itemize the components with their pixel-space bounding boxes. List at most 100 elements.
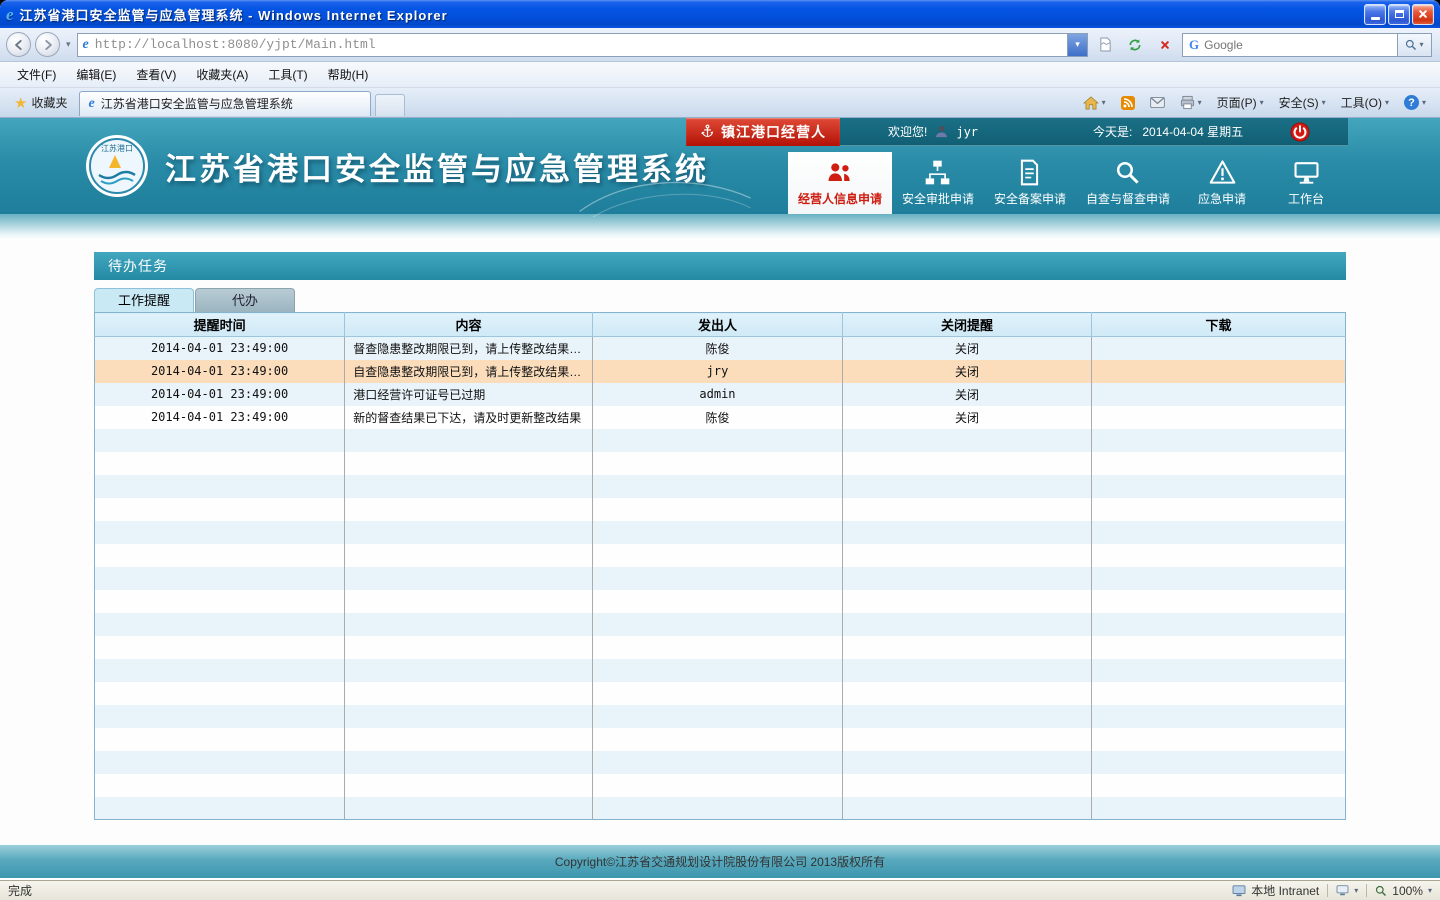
zoom-mode-button[interactable]: ▾ [1336,885,1358,896]
decorative-swoosh [575,166,755,221]
close-button[interactable] [1412,4,1434,25]
maximize-button[interactable] [1388,4,1410,25]
empty-cell [843,774,1092,797]
table-header-row: 提醒时间 内容 发出人 关闭提醒 下载 [95,313,1346,337]
empty-cell [345,498,593,521]
empty-cell [843,590,1092,613]
empty-cell [345,774,593,797]
empty-cell [345,659,593,682]
empty-cell [95,636,345,659]
print-dropdown-icon: ▾ [1198,98,1202,107]
nav-safety-filing[interactable]: 安全备案申请 [984,152,1076,214]
menu-favorites[interactable]: 收藏夹(A) [187,63,257,86]
empty-row [95,636,1346,659]
history-dropdown[interactable]: ▾ [64,39,73,50]
empty-cell [1092,429,1346,452]
main-nav: 经营人信息申请 安全审批申请 安全备案申请 [788,152,1348,214]
empty-row [95,682,1346,705]
reminder-time-cell: 2014-04-01 23:49:00 [95,406,345,429]
empty-cell [95,567,345,590]
search-input[interactable] [1204,38,1392,52]
search-button[interactable]: ▾ [1397,34,1431,56]
task-row[interactable]: 2014-04-01 23:49:00港口经营许可证号已过期admin关闭 [95,383,1346,406]
favorites-button[interactable]: ★ 收藏夹 [6,90,75,116]
empty-row [95,705,1346,728]
content-cell: 督查隐患整改期限已到，请上传整改结果… [345,337,593,360]
nav-workbench[interactable]: 工作台 [1264,152,1348,214]
menu-edit[interactable]: 编辑(E) [67,63,125,86]
nav-safety-approval[interactable]: 安全审批申请 [892,152,984,214]
intranet-zone-icon [1232,885,1246,897]
menu-tools[interactable]: 工具(T) [259,63,316,86]
task-row[interactable]: 2014-04-01 23:49:00自查隐患整改期限已到，请上传整改结果…jr… [95,360,1346,383]
browser-tab[interactable]: e 江苏省港口安全监管与应急管理系统 [79,91,371,116]
safety-menu-button[interactable]: 安全(S)▾ [1273,90,1332,115]
empty-cell [1092,452,1346,475]
empty-cell [843,636,1092,659]
favorites-bar: ★ 收藏夹 e 江苏省港口安全监管与应急管理系统 ▾ ▾ 页面(P)▾ 安 [0,88,1440,118]
close-cell: 关闭 [843,383,1092,406]
empty-cell [95,544,345,567]
status-right: 本地 Intranet ▾ 100% ▾ [1232,882,1432,899]
empty-cell [843,659,1092,682]
close-cell: 关闭 [843,337,1092,360]
close-reminder-link[interactable]: 关闭 [955,342,979,356]
close-reminder-link[interactable]: 关闭 [955,388,979,402]
welcome-group: 欢迎您! jyr [888,123,978,140]
nav-emergency[interactable]: 应急申请 [1180,152,1264,214]
task-row[interactable]: 2014-04-01 23:49:00督查隐患整改期限已到，请上传整改结果…陈俊… [95,337,1346,360]
logout-button[interactable] [1290,122,1310,142]
print-button[interactable]: ▾ [1174,91,1208,114]
download-cell [1092,406,1346,429]
tab-todo[interactable]: 代办 [195,288,295,312]
nav-operator-info[interactable]: 经营人信息申请 [788,152,892,214]
empty-row [95,613,1346,636]
empty-row [95,429,1346,452]
address-bar[interactable]: e ▾ [77,33,1088,57]
stop-button[interactable] [1152,33,1178,57]
address-dropdown[interactable]: ▾ [1067,34,1087,56]
help-button[interactable]: ?▾ [1398,91,1432,114]
empty-cell [843,544,1092,567]
back-button[interactable] [6,32,31,57]
tab-work-reminder[interactable]: 工作提醒 [94,288,194,312]
status-bar: 完成 本地 Intranet ▾ 100% [0,880,1440,900]
sender-cell: admin [592,383,842,406]
empty-cell [592,682,842,705]
nav-inspection[interactable]: 自查与督查申请 [1076,152,1180,214]
empty-cell [1092,636,1346,659]
page-icon: e [83,38,89,52]
compatibility-view-button[interactable] [1092,33,1118,57]
zoom-control[interactable]: 100% ▾ [1375,884,1432,898]
empty-cell [95,705,345,728]
address-input[interactable] [95,37,1067,52]
new-tab-stub[interactable] [375,94,405,116]
feeds-button[interactable] [1115,92,1141,114]
read-mail-button[interactable] [1144,93,1171,112]
empty-cell [345,751,593,774]
empty-cell [1092,590,1346,613]
zone-label: 本地 Intranet [1251,882,1319,899]
welcome-label: 欢迎您! [888,123,927,140]
menu-view[interactable]: 查看(V) [127,63,185,86]
refresh-icon [1127,37,1143,53]
page-menu-button[interactable]: 页面(P)▾ [1211,90,1270,115]
forward-button[interactable] [35,32,60,57]
empty-cell [592,544,842,567]
empty-cell [345,452,593,475]
home-button[interactable]: ▾ [1077,92,1112,114]
empty-cell [345,636,593,659]
close-reminder-link[interactable]: 关闭 [955,411,979,425]
empty-cell [843,498,1092,521]
tools-menu-button[interactable]: 工具(O)▾ [1335,90,1395,115]
menu-file[interactable]: 文件(F) [8,63,65,86]
empty-row [95,728,1346,751]
date-group: 今天是: 2014-04-04 星期五 [1093,123,1243,140]
minimize-button[interactable] [1364,4,1386,25]
close-reminder-link[interactable]: 关闭 [955,365,979,379]
search-box[interactable]: G ▾ [1182,33,1432,57]
task-row[interactable]: 2014-04-01 23:49:00新的督查结果已下达，请及时更新整改结果陈俊… [95,406,1346,429]
sender-cell: jry [592,360,842,383]
menu-help[interactable]: 帮助(H) [319,63,378,86]
refresh-button[interactable] [1122,33,1148,57]
